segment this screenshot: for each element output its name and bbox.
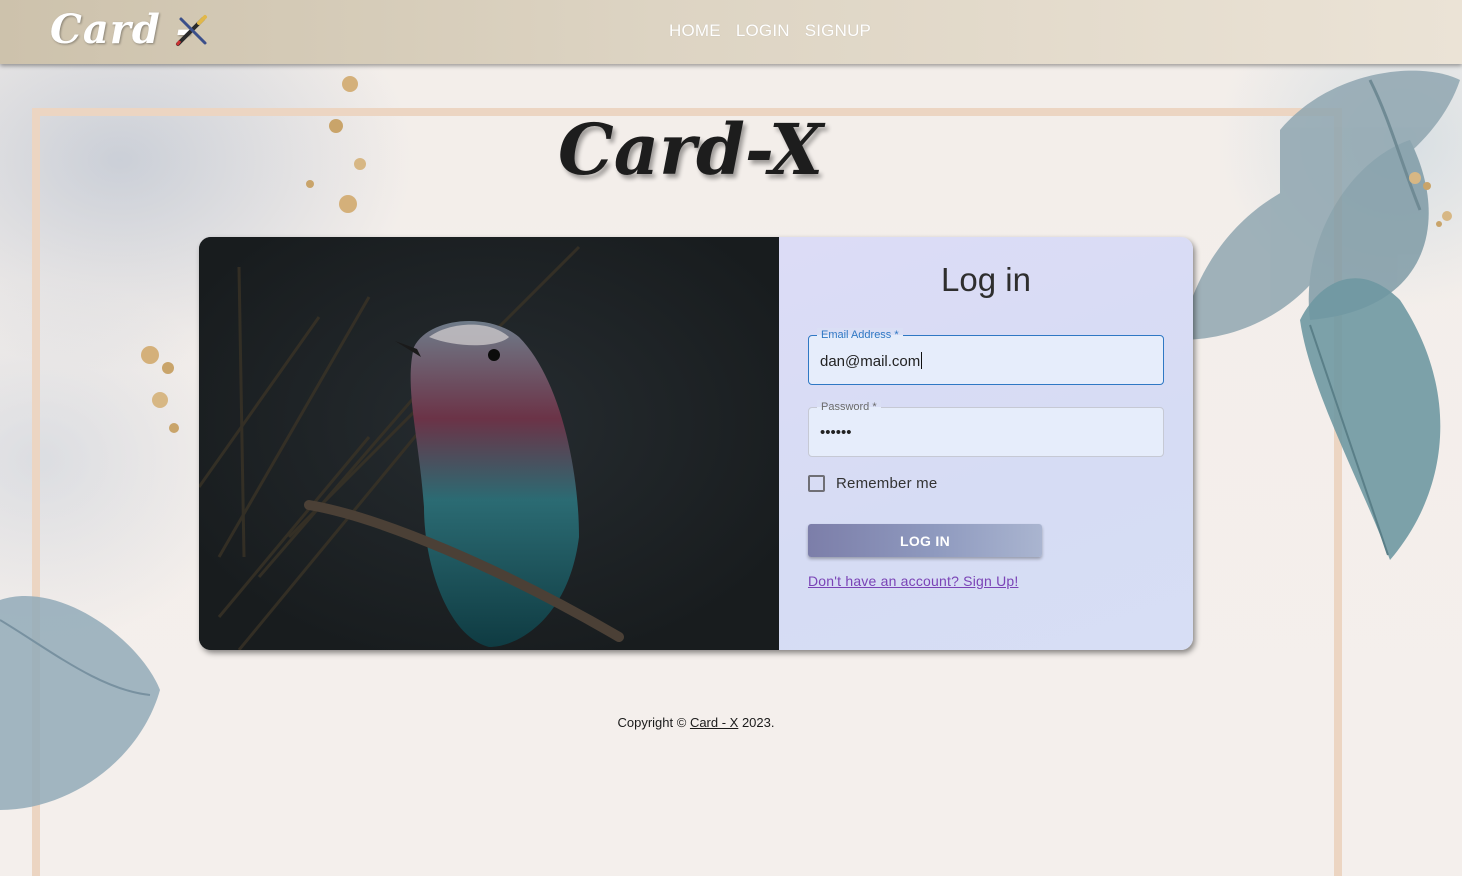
gold-flakes-left — [141, 346, 179, 433]
brand-logo[interactable]: Card - — [50, 6, 193, 53]
login-form-panel: Log in Email Address * dan@mail.com Pass… — [779, 237, 1193, 650]
email-value-wrap: dan@mail.com — [820, 352, 923, 370]
email-value: dan@mail.com — [820, 353, 921, 370]
nav-login-link[interactable]: LOGIN — [736, 21, 790, 41]
leaves-left-decoration — [0, 596, 160, 810]
pen-icon — [175, 15, 207, 46]
bird-photo — [199, 237, 779, 650]
password-label: Password * — [817, 400, 881, 414]
text-caret — [921, 352, 923, 369]
gold-flakes-right — [1409, 172, 1452, 227]
password-field[interactable]: Password * •••••• — [808, 400, 1164, 457]
main-nav: HOME LOGIN SIGNUP — [669, 21, 871, 41]
login-card: Log in Email Address * dan@mail.com Pass… — [199, 237, 1193, 650]
nav-home-link[interactable]: HOME — [669, 21, 721, 41]
remember-me-row[interactable]: Remember me — [808, 475, 937, 492]
footer-copyright: Copyright © Card - X 2023. — [0, 715, 1392, 730]
password-value: •••••• — [820, 424, 852, 441]
footer-brand-link[interactable]: Card - X — [690, 715, 738, 730]
email-field[interactable]: Email Address * dan@mail.com — [808, 328, 1164, 385]
email-label: Email Address * — [817, 328, 903, 342]
copyright-prefix: Copyright © — [617, 715, 690, 730]
copyright-year: 2023. — [738, 715, 775, 730]
gold-flakes-top — [306, 76, 366, 213]
leaves-right-decoration — [1180, 70, 1460, 560]
login-button[interactable]: LOG IN — [808, 524, 1042, 557]
signup-link[interactable]: Don't have an account? Sign Up! — [808, 573, 1018, 589]
login-heading: Log in — [941, 261, 1031, 298]
remember-me-label[interactable]: Remember me — [836, 475, 937, 492]
nav-signup-link[interactable]: SIGNUP — [805, 21, 871, 41]
bird-illustration — [199, 237, 779, 650]
top-navbar: Card - HOME LOGIN SIGNUP — [0, 0, 1462, 64]
page-title: Card-X — [558, 108, 824, 191]
remember-me-checkbox[interactable] — [808, 475, 825, 492]
